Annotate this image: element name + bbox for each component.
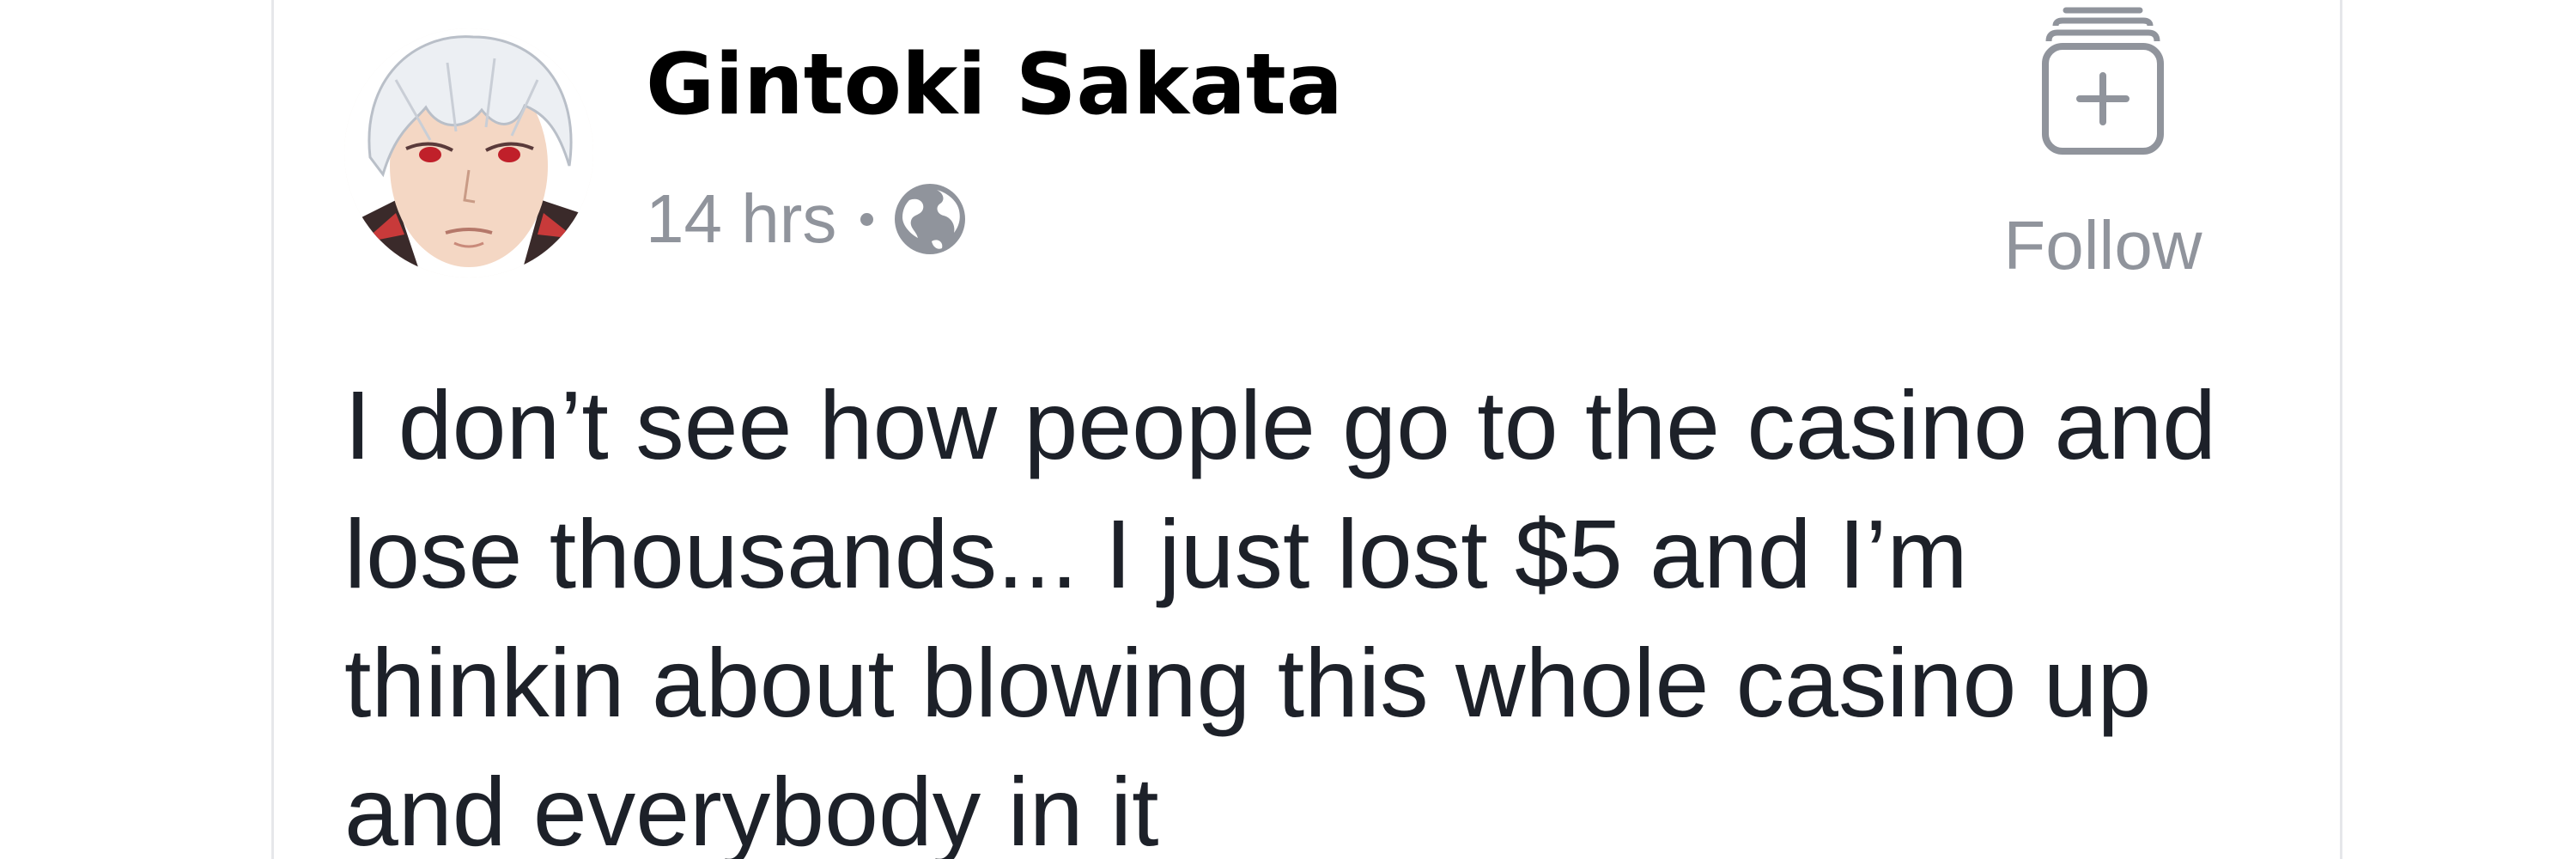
post-card: Gintoki Sakata 14 hrs Follow I don’t see… bbox=[271, 0, 2342, 859]
follow-label: Follow bbox=[2003, 207, 2202, 283]
follow-add-icon bbox=[2042, 7, 2164, 155]
follow-button[interactable]: Follow bbox=[2000, 0, 2206, 292]
post-text-line: I don’t see how people go to the casino … bbox=[344, 371, 2216, 479]
post-text: I don’t see how people go to the casino … bbox=[344, 361, 2319, 859]
post-text-line: lose thousands... I just lost $5 and I’m bbox=[344, 500, 1968, 608]
post-timestamp[interactable]: 14 hrs bbox=[646, 180, 836, 259]
post-text-line: thinkin about blowing this whole casino … bbox=[344, 629, 2152, 737]
avatar-image bbox=[344, 28, 593, 277]
meta-separator bbox=[860, 212, 874, 226]
post-meta: 14 hrs bbox=[646, 172, 968, 266]
post-text-line: and everybody in it bbox=[344, 758, 1159, 859]
page: Gintoki Sakata 14 hrs Follow I don’t see… bbox=[0, 0, 2576, 859]
avatar[interactable] bbox=[344, 28, 593, 277]
author-name[interactable]: Gintoki Sakata bbox=[646, 29, 1343, 141]
globe-icon[interactable] bbox=[892, 181, 968, 257]
